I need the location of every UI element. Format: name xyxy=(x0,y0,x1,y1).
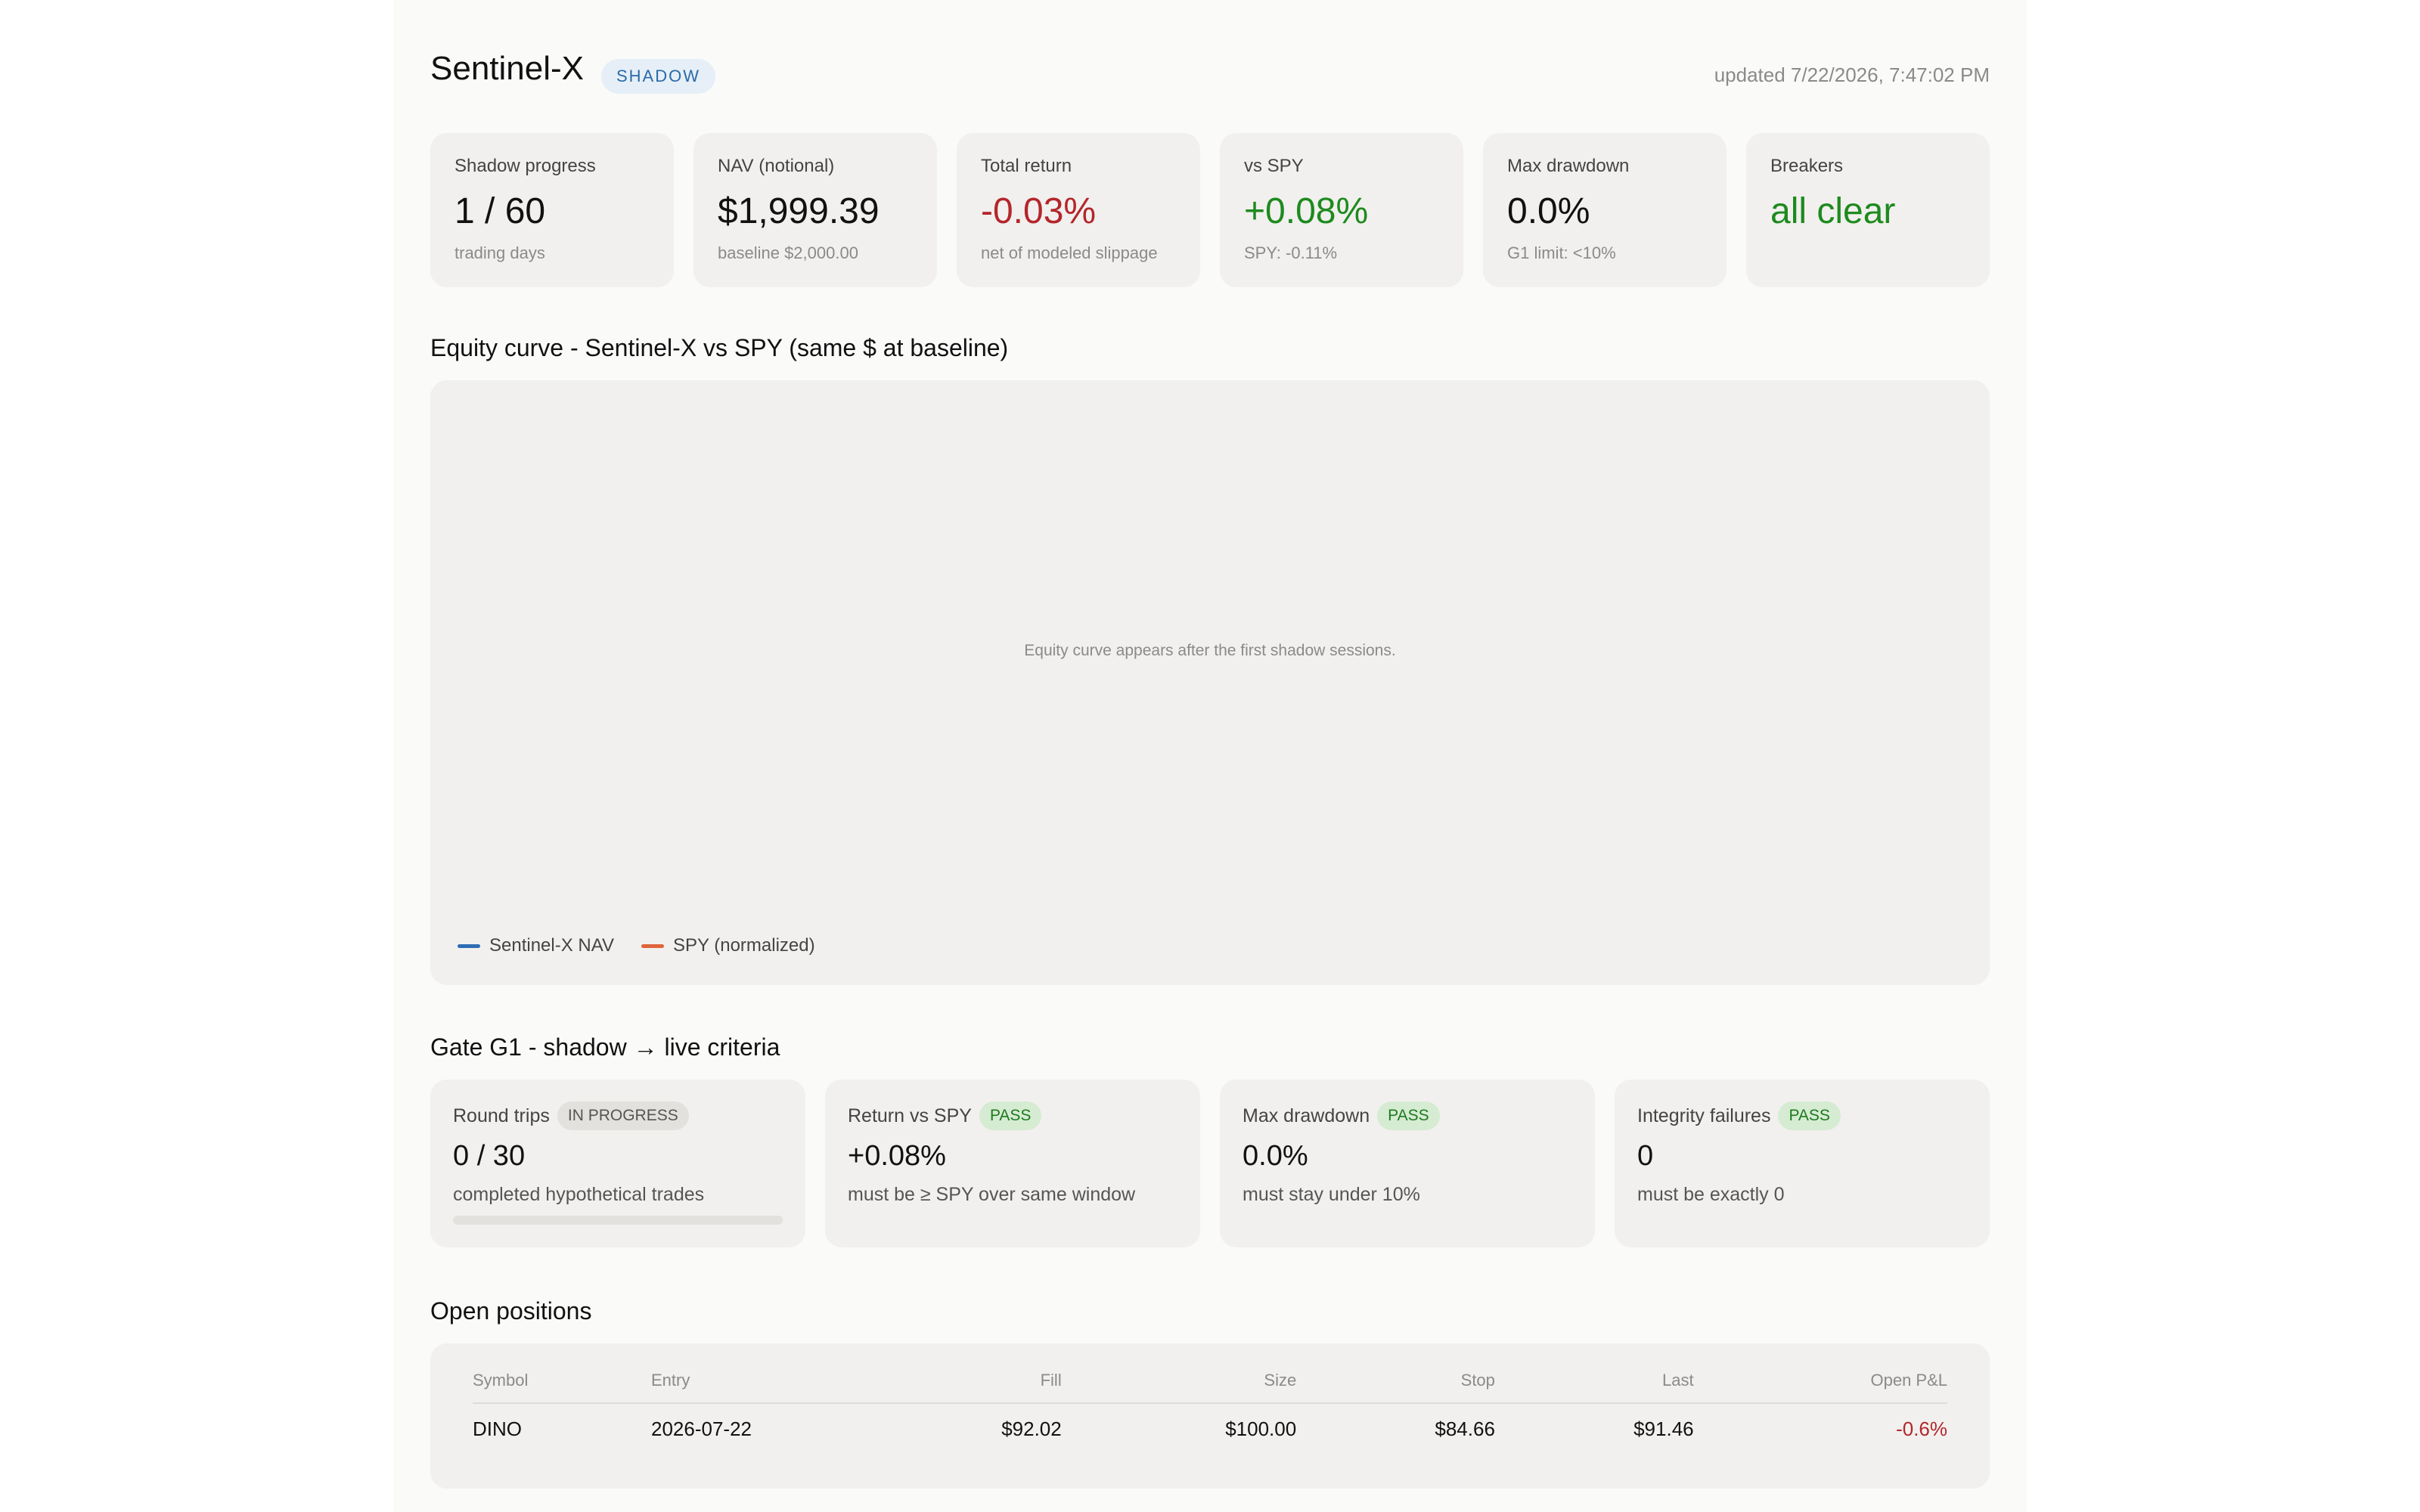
legend-swatch xyxy=(641,943,664,948)
table-header-row: Symbol Entry Fill Size Stop Last Open P&… xyxy=(473,1371,1947,1404)
app-title: Sentinel-X xyxy=(430,50,585,87)
kpi-sub: trading days xyxy=(455,243,545,262)
gate-sub: must be exactly 0 xyxy=(1637,1184,1785,1205)
legend-label: SPY (normalized) xyxy=(672,935,815,956)
column-header-entry[interactable]: Entry xyxy=(651,1371,863,1404)
kpi-label: Shadow progress xyxy=(455,156,596,176)
gate-head: Return vs SPY PASS xyxy=(848,1101,1177,1131)
legend-item-nav[interactable]: Sentinel-X NAV xyxy=(458,935,614,956)
kpi-value: all clear xyxy=(1770,191,1896,231)
gate-value: 0 xyxy=(1637,1140,1654,1172)
gate-sub: completed hypothetical trades xyxy=(453,1184,705,1205)
kpi-row: Shadow progress 1 / 60 trading days NAV … xyxy=(430,133,1990,287)
equity-section-title: Equity curve - Sentinel-X vs SPY (same $… xyxy=(430,334,1009,361)
kpi-nav: NAV (notional) $1,999.39 baseline $2,000… xyxy=(693,133,937,287)
column-header-open-pnl[interactable]: Open P&L xyxy=(1693,1371,1947,1404)
cell-fill: $92.02 xyxy=(1001,1418,1062,1440)
gate-value: 0.0% xyxy=(1243,1140,1308,1172)
kpi-sub: SPY: -0.11% xyxy=(1244,243,1338,262)
kpi-value: $1,999.39 xyxy=(718,191,880,231)
kpi-label: Breakers xyxy=(1770,156,1844,176)
gate-label: Integrity failures xyxy=(1637,1105,1771,1126)
kpi-value: 0.0% xyxy=(1507,191,1590,231)
kpi-value: 1 / 60 xyxy=(455,191,546,231)
kpi-label: Total return xyxy=(981,156,1072,176)
status-badge: PASS xyxy=(1377,1101,1440,1130)
kpi-label: NAV (notional) xyxy=(718,156,835,176)
gate-section-title: Gate G1 - shadow → live criteria xyxy=(430,1033,780,1061)
gate-return-vs-spy: Return vs SPY PASS +0.08% must be ≥ SPY … xyxy=(825,1080,1200,1247)
gate-integrity-failures: Integrity failures PASS 0 must be exactl… xyxy=(1615,1080,1990,1247)
gate-criteria: Round trips IN PROGRESS 0 / 30 completed… xyxy=(430,1080,1990,1247)
kpi-vs-spy: vs SPY +0.08% SPY: -0.11% xyxy=(1220,133,1463,287)
gate-value: 0 / 30 xyxy=(453,1140,526,1172)
gate-sub: must be ≥ SPY over same window xyxy=(848,1184,1136,1205)
updated-timestamp: updated 7/22/2026, 7:47:02 PM xyxy=(1714,64,1990,86)
chart-legend: Sentinel-X NAV SPY (normalized) xyxy=(458,935,815,956)
column-header-size[interactable]: Size xyxy=(1061,1371,1297,1404)
round-trips-progress-bar xyxy=(453,1216,783,1225)
kpi-label: vs SPY xyxy=(1244,156,1304,176)
kpi-sub: net of modeled slippage xyxy=(981,243,1158,262)
column-header-symbol[interactable]: Symbol xyxy=(473,1371,651,1404)
legend-swatch xyxy=(458,943,480,948)
cell-entry: 2026-07-22 xyxy=(651,1418,752,1440)
gate-round-trips: Round trips IN PROGRESS 0 / 30 completed… xyxy=(430,1080,805,1247)
status-badge: PASS xyxy=(1778,1101,1841,1130)
gate-max-drawdown: Max drawdown PASS 0.0% must stay under 1… xyxy=(1220,1080,1595,1247)
positions-section-title: Open positions xyxy=(430,1297,592,1325)
column-header-stop[interactable]: Stop xyxy=(1296,1371,1495,1404)
gate-head: Max drawdown PASS xyxy=(1243,1101,1572,1131)
gate-head: Round trips IN PROGRESS xyxy=(453,1101,783,1131)
header: Sentinel-X SHADOW updated 7/22/2026, 7:4… xyxy=(430,0,1990,133)
positions-table-card: Symbol Entry Fill Size Stop Last Open P&… xyxy=(430,1343,1990,1489)
kpi-shadow-progress: Shadow progress 1 / 60 trading days xyxy=(430,133,674,287)
positions-table: Symbol Entry Fill Size Stop Last Open P&… xyxy=(473,1371,1947,1441)
table-row[interactable]: DINO 2026-07-22 $92.02 $100.00 $84.66 $9… xyxy=(473,1403,1947,1441)
legend-item-spy[interactable]: SPY (normalized) xyxy=(641,935,815,956)
column-header-fill[interactable]: Fill xyxy=(863,1371,1062,1404)
kpi-total-return: Total return -0.03% net of modeled slipp… xyxy=(957,133,1200,287)
legend-label: Sentinel-X NAV xyxy=(489,935,614,956)
gate-head: Integrity failures PASS xyxy=(1637,1101,1967,1131)
status-badge: IN PROGRESS xyxy=(557,1101,689,1130)
kpi-value: +0.08% xyxy=(1244,191,1369,231)
dashboard-page: Sentinel-X SHADOW updated 7/22/2026, 7:4… xyxy=(393,0,2027,1512)
chart-empty-message: Equity curve appears after the first sha… xyxy=(1024,642,1396,659)
gate-label: Max drawdown xyxy=(1243,1105,1370,1126)
gate-sub: must stay under 10% xyxy=(1243,1184,1420,1205)
status-badge: PASS xyxy=(979,1101,1042,1130)
kpi-max-drawdown: Max drawdown 0.0% G1 limit: <10% xyxy=(1483,133,1727,287)
column-header-last[interactable]: Last xyxy=(1494,1371,1694,1404)
cell-last: $91.46 xyxy=(1634,1418,1694,1440)
kpi-label: Max drawdown xyxy=(1507,156,1630,176)
gate-label: Round trips xyxy=(453,1105,550,1126)
gate-label: Return vs SPY xyxy=(848,1105,972,1126)
kpi-sub: G1 limit: <10% xyxy=(1507,243,1616,262)
gate-value: +0.08% xyxy=(848,1140,946,1172)
cell-size: $100.00 xyxy=(1225,1418,1297,1440)
cell-symbol: DINO xyxy=(473,1418,522,1440)
kpi-breakers: Breakers all clear xyxy=(1746,133,1990,287)
cell-open-pnl: -0.6% xyxy=(1896,1418,1947,1440)
mode-badge: SHADOW xyxy=(601,59,715,94)
equity-chart: Equity curve appears after the first sha… xyxy=(430,380,1990,985)
cell-stop: $84.66 xyxy=(1435,1418,1495,1440)
kpi-value: -0.03% xyxy=(981,191,1097,231)
kpi-sub: baseline $2,000.00 xyxy=(718,243,858,262)
